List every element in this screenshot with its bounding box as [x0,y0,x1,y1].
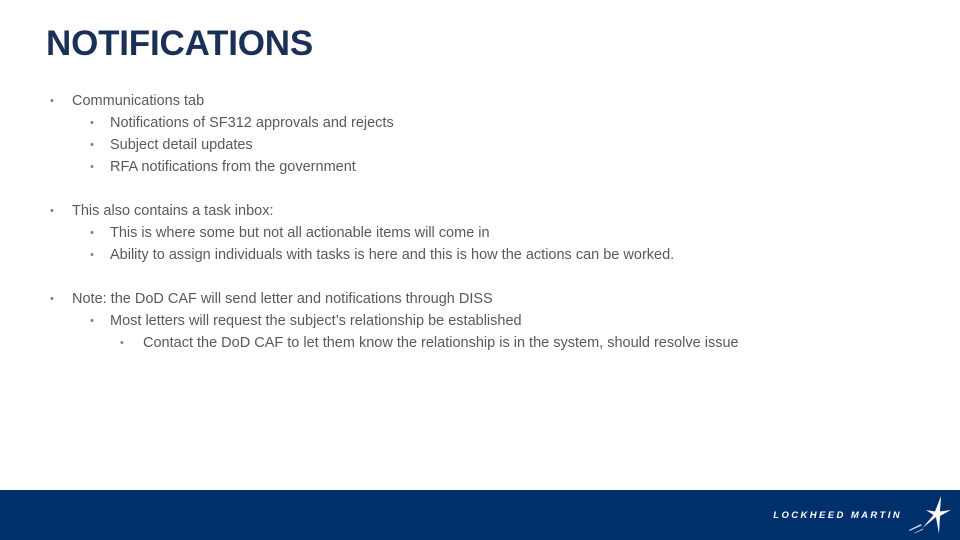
bullet-text: Most letters will request the subject’s … [110,313,522,329]
bullet-item: • Note: the DoD CAF will send letter and … [46,288,926,310]
logo-wordmark: LOCKHEED MARTIN [773,509,902,521]
slide-body: • Communications tab • Notifications of SF3… [46,90,926,354]
bullet-marker-icon: • [90,315,94,327]
bullet-marker-icon: • [50,95,54,107]
bullet-text: Ability to assign individuals with tasks… [110,247,675,263]
footer-bar: LOCKHEED MARTIN [0,490,960,540]
bullet-item: • Contact the DoD CAF to let them know th… [46,332,926,354]
bullet-item: • This is where some but not all actionab… [46,222,926,244]
bullet-text: Notifications of SF312 approvals and rej… [110,115,394,131]
lockheed-martin-star-icon [906,495,952,535]
bullet-marker-icon: • [90,117,94,129]
page-title: NOTIFICATIONS [46,24,314,63]
bullet-marker-icon: • [50,205,54,217]
bullet-item: • Notifications of SF312 approvals and re… [46,112,926,134]
bullet-text: Contact the DoD CAF to let them know the… [143,335,739,351]
bullet-text: Communications tab [72,93,205,109]
bullet-item: • Ability to assign individuals with task… [46,244,926,266]
bullet-text: Subject detail updates [110,137,253,153]
bullet-group: • This also contains a task inbox: • This i… [46,200,926,266]
bullet-item: • Communications tab [46,90,926,112]
bullet-marker-icon: • [90,161,94,173]
bullet-text: This also contains a task inbox: [72,203,274,219]
bullet-text: Note: the DoD CAF will send letter and n… [72,291,493,307]
bullet-marker-icon: • [90,139,94,151]
bullet-item: • Subject detail updates [46,134,926,156]
bullet-item: • This also contains a task inbox: [46,200,926,222]
bullet-text: RFA notifications from the government [110,159,356,175]
bullet-item: • Most letters will request the subject’s… [46,310,926,332]
bullet-group: • Note: the DoD CAF will send letter and … [46,288,926,354]
bullet-item: • RFA notifications from the government [46,156,926,178]
bullet-text: This is where some but not all actionabl… [110,225,490,241]
bullet-marker-icon: • [50,293,54,305]
bullet-marker-icon: • [120,337,124,349]
bullet-group: • Communications tab • Notifications of SF3… [46,90,926,178]
slide: NOTIFICATIONS • Communications tab • Notifi… [0,0,960,540]
bullet-marker-icon: • [90,249,94,261]
lockheed-martin-logo: LOCKHEED MARTIN [773,495,952,535]
bullet-marker-icon: • [90,227,94,239]
